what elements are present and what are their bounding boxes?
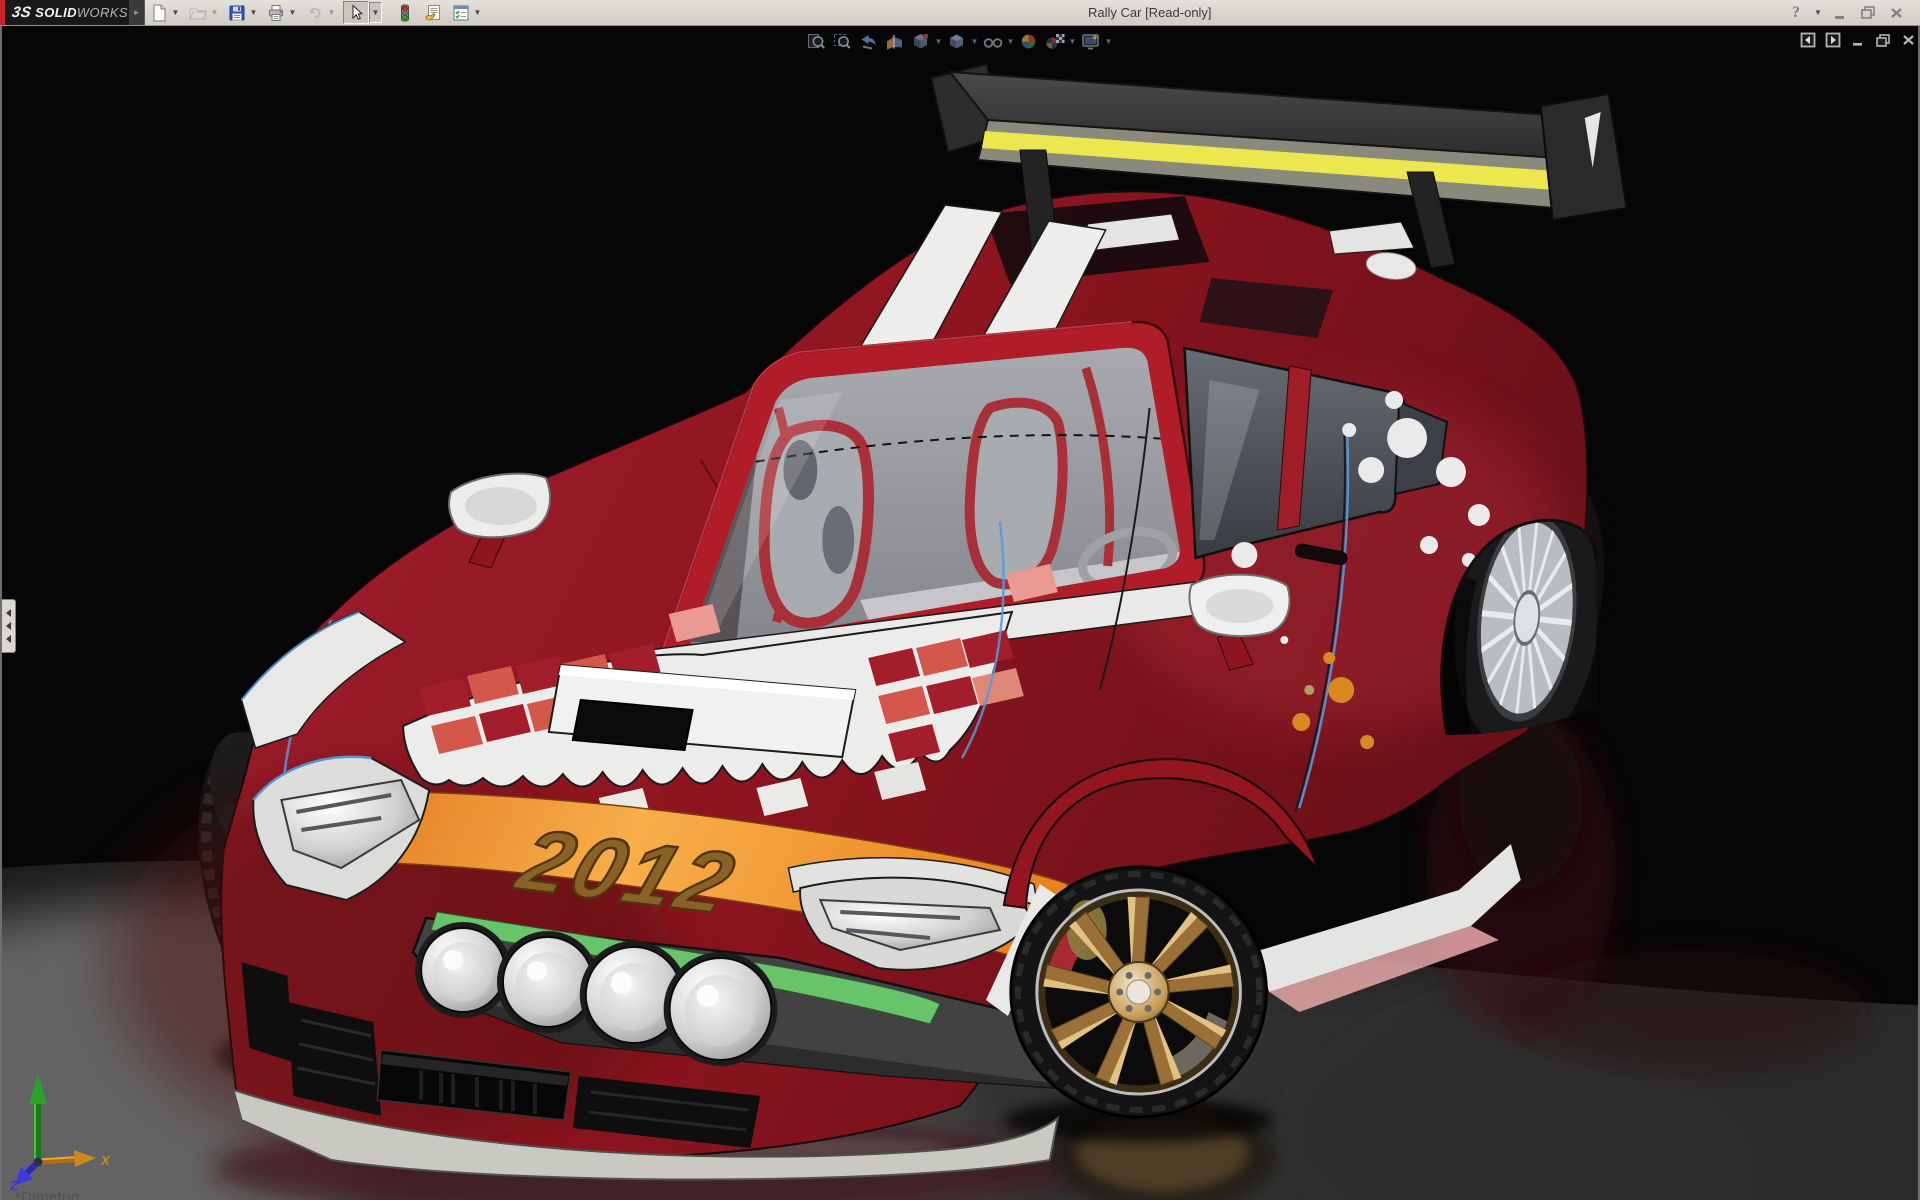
help-icon: ?	[1792, 3, 1800, 21]
show-right-pane-button[interactable]	[1825, 32, 1841, 48]
undo-button[interactable]	[304, 2, 326, 24]
view-orientation-dropdown[interactable]: ▼	[934, 31, 943, 51]
previous-view-button[interactable]	[856, 31, 881, 51]
hide-show-items-icon	[983, 37, 1002, 48]
display-style-button[interactable]	[944, 31, 969, 51]
options-dropdown[interactable]: ▼	[472, 2, 483, 24]
save-dropdown[interactable]: ▼	[248, 2, 259, 24]
document-window-controls	[1800, 32, 1916, 48]
expand-left-arrow-icon	[6, 609, 11, 617]
view-settings-dropdown[interactable]: ▼	[1104, 31, 1113, 51]
view-orientation-label: *Dimetric	[15, 1189, 79, 1200]
brand-text: 3S SOLIDWORKS	[10, 4, 129, 21]
open-dropdown[interactable]: ▼	[209, 2, 220, 24]
minimize-button[interactable]	[1830, 3, 1850, 23]
restore-icon	[1861, 6, 1875, 19]
print-button[interactable]	[265, 2, 287, 24]
help-dropdown[interactable]: ▼	[1814, 2, 1822, 24]
hide-show-items-button[interactable]	[980, 31, 1005, 51]
document-minimize-button[interactable]	[1850, 32, 1866, 48]
apply-scene-icon	[1045, 33, 1064, 49]
document-close-icon	[1902, 35, 1914, 45]
hide-show-items-dropdown[interactable]: ▼	[1006, 31, 1015, 51]
rebuild-button[interactable]	[394, 2, 416, 24]
close-button[interactable]	[1886, 3, 1906, 23]
solidworks-logo: 3S SOLIDWORKS	[0, 0, 129, 25]
zoom-to-area-button[interactable]	[830, 31, 855, 51]
expand-left-arrow-icon	[6, 622, 11, 630]
document-close-button[interactable]	[1900, 32, 1916, 48]
reference-triad: X Z	[9, 1074, 111, 1192]
new-document-button[interactable]	[148, 2, 170, 24]
zoom-to-fit-icon	[808, 33, 825, 49]
view-orientation-icon	[914, 33, 928, 48]
section-view-icon	[887, 34, 902, 49]
file-properties-icon	[425, 4, 440, 20]
flyout-arrow-icon: ▸	[134, 7, 139, 17]
select-button[interactable]	[343, 1, 369, 24]
logo-red-strip	[0, 0, 5, 25]
close-icon	[1890, 7, 1902, 18]
undo-icon	[309, 7, 321, 18]
file-properties-button[interactable]	[422, 2, 444, 24]
print-dropdown[interactable]: ▼	[287, 2, 298, 24]
front-right-wheel	[1009, 865, 1268, 1119]
rally-car-model[interactable]: 2012	[2, 25, 1918, 1200]
3d-viewport[interactable]: 2012 ▼ ▼ ▼ ▼ ▼ X Z *Dimetric	[0, 25, 1920, 1200]
triad-x-label: X	[100, 1153, 111, 1168]
zoom-to-area-icon	[834, 33, 851, 49]
view-settings-button[interactable]	[1078, 31, 1103, 51]
view-orientation-button[interactable]	[908, 31, 933, 51]
minimize-icon	[1835, 15, 1844, 19]
pane-left-icon	[1800, 32, 1816, 48]
brand-bold: SOLID	[35, 5, 77, 20]
brand-light: WORKS	[76, 5, 129, 20]
document-title: Rally Car [Read-only]	[1088, 5, 1212, 20]
new-dropdown[interactable]: ▼	[170, 2, 181, 24]
view-settings-icon	[1081, 33, 1099, 49]
previous-view-icon	[861, 34, 876, 49]
zoom-to-fit-button[interactable]	[804, 31, 829, 51]
heads-up-view-toolbar: ▼ ▼ ▼ ▼ ▼	[804, 31, 1113, 51]
pane-right-icon	[1825, 32, 1841, 48]
save-button[interactable]	[226, 2, 248, 24]
document-restore-button[interactable]	[1875, 32, 1891, 48]
restore-button[interactable]	[1858, 3, 1878, 23]
help-button[interactable]: ?	[1786, 3, 1806, 23]
feature-tree-collapsed-tab[interactable]	[2, 599, 16, 653]
undo-dropdown[interactable]: ▼	[326, 2, 337, 24]
menu-flyout-tab[interactable]: ▸	[129, 0, 145, 25]
select-dropdown[interactable]: ▼	[369, 2, 382, 23]
save-icon	[229, 5, 245, 20]
edit-appearance-icon	[1020, 33, 1037, 49]
document-restore-icon	[1876, 33, 1890, 47]
section-view-button[interactable]	[882, 31, 907, 51]
display-style-dropdown[interactable]: ▼	[970, 31, 979, 51]
options-button[interactable]	[450, 2, 472, 24]
3ds-logo-glyph: 3S	[10, 4, 33, 21]
print-icon	[269, 4, 283, 21]
select-cursor-icon	[352, 3, 363, 20]
new-document-icon	[153, 4, 166, 21]
document-minimize-icon	[1853, 43, 1862, 46]
expand-left-arrow-icon	[6, 635, 11, 643]
options-icon	[453, 5, 469, 20]
display-style-icon	[950, 34, 963, 48]
app-titlebar: 3S SOLIDWORKS ▸ ▼ ▼ ▼ ▼ ▼ ▼ ▼ Rally Car …	[0, 0, 1920, 26]
open-button[interactable]	[187, 2, 209, 24]
show-left-pane-button[interactable]	[1800, 32, 1816, 48]
apply-scene-button[interactable]	[1042, 31, 1067, 51]
app-window-controls: ? ▼	[1786, 2, 1906, 23]
edit-appearance-button[interactable]	[1016, 31, 1041, 51]
main-toolbar: ▼ ▼ ▼ ▼ ▼ ▼ ▼	[148, 1, 489, 24]
open-folder-icon	[189, 8, 207, 19]
apply-scene-dropdown[interactable]: ▼	[1068, 31, 1077, 51]
rebuild-traffic-light-icon	[401, 4, 409, 21]
